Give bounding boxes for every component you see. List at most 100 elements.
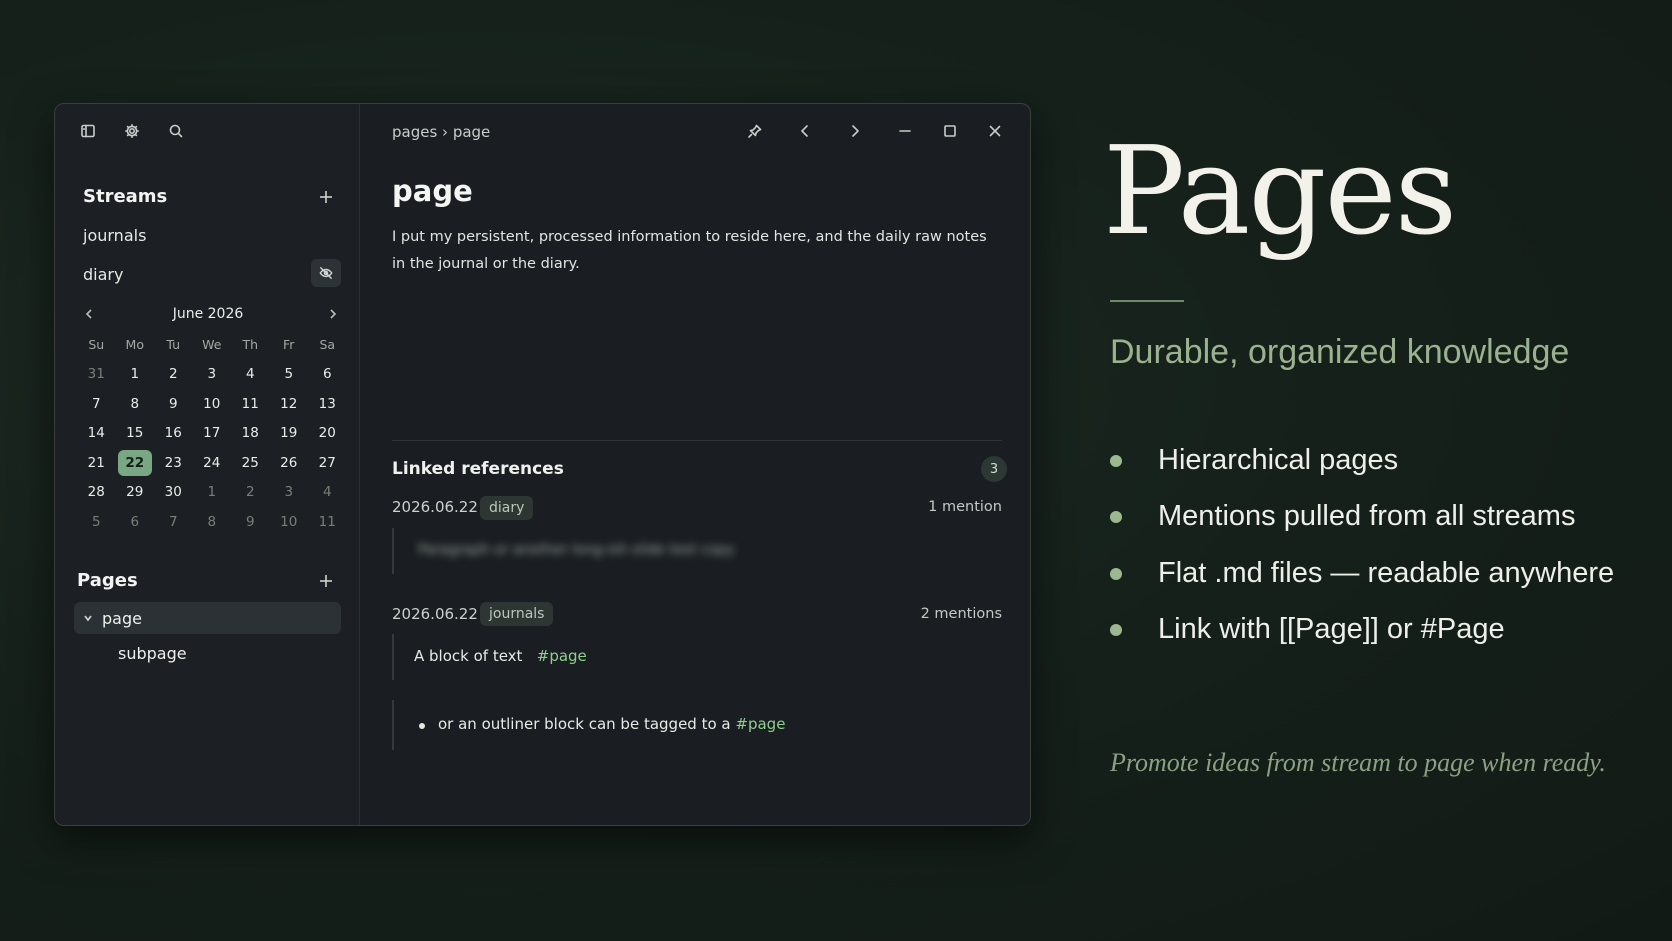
outliner-block[interactable]: or an outliner block can be tagged to a … <box>392 700 992 750</box>
feature-text: Flat .md files — readable anywhere <box>1158 557 1615 589</box>
gear-icon[interactable] <box>119 118 145 144</box>
reference-date[interactable]: 2026.06.22 <box>392 605 478 623</box>
add-page-button[interactable] <box>315 570 337 592</box>
pin-icon[interactable] <box>742 118 768 144</box>
next-month-button[interactable] <box>323 304 343 324</box>
calendar-day[interactable]: 4 <box>231 360 270 390</box>
hashtag-link[interactable]: #page <box>537 647 587 665</box>
calendar-day[interactable]: 15 <box>116 419 155 449</box>
stream-tag-journals[interactable]: journals <box>480 602 554 626</box>
stream-tag-diary[interactable]: diary <box>480 496 534 520</box>
calendar-day[interactable]: 23 <box>154 448 193 478</box>
calendar-day[interactable]: 11 <box>231 389 270 419</box>
page-tree-item-subpage[interactable]: subpage <box>118 637 341 669</box>
calendar-day[interactable]: 7 <box>154 507 193 537</box>
weekday-label: Sa <box>319 337 336 353</box>
feature-item: Hierarchical pages <box>1110 444 1398 477</box>
calendar-day[interactable]: 9 <box>154 389 193 419</box>
calendar-day[interactable]: 31 <box>77 360 116 390</box>
outliner-text: or an outliner block can be tagged to a … <box>438 715 785 733</box>
calendar-day[interactable]: 2 <box>231 478 270 508</box>
weekday-label: Su <box>88 337 105 353</box>
reference-block-blurred[interactable]: Paragraph or another long-ish slide text… <box>392 528 992 574</box>
sidebar: Streams journals diary June 2026 Su Mo Tu W… <box>55 104 360 825</box>
calendar-day[interactable]: 21 <box>77 448 116 478</box>
calendar-day[interactable]: 17 <box>193 419 232 449</box>
block-text-content: A block of text <box>414 647 523 665</box>
outliner-text-content: or an outliner block can be tagged to a <box>438 715 731 733</box>
hide-calendar-button[interactable] <box>311 259 341 287</box>
linked-references-heading[interactable]: Linked references <box>392 459 564 479</box>
stream-item-diary[interactable]: diary <box>83 265 123 284</box>
calendar-day-selected[interactable]: 22 <box>117 450 152 476</box>
weekday-label: Mo <box>125 337 144 353</box>
calendar-day[interactable]: 5 <box>270 360 309 390</box>
calendar-day[interactable]: 8 <box>193 507 232 537</box>
page-body-text[interactable]: I put my persistent, processed informati… <box>392 224 1002 278</box>
hashtag-link[interactable]: #page <box>735 715 785 733</box>
chevron-down-icon[interactable] <box>80 610 96 626</box>
search-icon[interactable] <box>163 118 189 144</box>
calendar-day[interactable]: 9 <box>231 507 270 537</box>
breadcrumb[interactable]: pages › page <box>392 123 490 141</box>
calendar-day[interactable]: 24 <box>193 448 232 478</box>
feature-text: Hierarchical pages <box>1158 444 1399 476</box>
weekday-label: Fr <box>283 337 295 353</box>
page-title[interactable]: page <box>392 174 473 208</box>
calendar-day[interactable]: 26 <box>270 448 309 478</box>
calendar-day[interactable]: 11 <box>308 507 347 537</box>
calendar-day[interactable]: 7 <box>77 389 116 419</box>
close-icon[interactable] <box>982 118 1008 144</box>
calendar-day[interactable]: 12 <box>270 389 309 419</box>
reference-block[interactable]: A block of text #page <box>392 634 992 680</box>
calendar-day[interactable]: 8 <box>116 389 155 419</box>
calendar-day[interactable]: 28 <box>77 478 116 508</box>
linked-references-count-badge: 3 <box>981 456 1007 482</box>
calendar-day[interactable]: 18 <box>231 419 270 449</box>
weekday-label: Th <box>242 337 259 353</box>
maximize-icon[interactable] <box>937 118 963 144</box>
calendar-day[interactable]: 10 <box>270 507 309 537</box>
calendar-day[interactable]: 4 <box>308 478 347 508</box>
calendar-day[interactable]: 1 <box>116 360 155 390</box>
weekday-label: Tu <box>166 337 181 353</box>
main-pane: pages › page page I put my persistent, p… <box>360 104 1030 825</box>
mention-count: 2 mentions <box>920 606 1002 622</box>
page-tree-item-page[interactable]: page <box>74 602 341 634</box>
feature-item: Mentions pulled from all streams <box>1110 500 1575 533</box>
calendar-day[interactable]: 13 <box>308 389 347 419</box>
stream-item-journals[interactable]: journals <box>83 226 146 245</box>
calendar-day[interactable]: 10 <box>193 389 232 419</box>
calendar-day[interactable]: 27 <box>308 448 347 478</box>
calendar-day[interactable]: 6 <box>116 507 155 537</box>
calendar-day[interactable]: 16 <box>154 419 193 449</box>
calendar-header: June 2026 <box>77 302 339 328</box>
calendar-day[interactable]: 14 <box>77 419 116 449</box>
pages-heading: Pages <box>77 570 138 591</box>
calendar-day[interactable]: 29 <box>116 478 155 508</box>
feature-text: Link with [[Page]] or #Page <box>1158 613 1505 645</box>
calendar-day[interactable]: 6 <box>308 360 347 390</box>
calendar-day[interactable]: 2 <box>154 360 193 390</box>
app-window: Streams journals diary June 2026 Su Mo Tu W… <box>54 103 1031 826</box>
bullet-icon <box>419 723 425 729</box>
divider <box>392 440 1002 441</box>
calendar-day[interactable]: 3 <box>270 478 309 508</box>
minimize-icon[interactable] <box>892 118 918 144</box>
back-arrow-icon[interactable] <box>792 118 818 144</box>
promo-title: Pages <box>1103 120 1457 262</box>
promo-subtitle: Durable, organized knowledge <box>1110 333 1570 371</box>
calendar-day[interactable]: 1 <box>193 478 232 508</box>
add-stream-button[interactable] <box>315 186 337 208</box>
calendar-day[interactable]: 20 <box>308 419 347 449</box>
forward-arrow-icon[interactable] <box>842 118 868 144</box>
sidebar-toggle-icon[interactable] <box>75 118 101 144</box>
calendar-day[interactable]: 30 <box>154 478 193 508</box>
eye-off-icon <box>319 267 333 279</box>
calendar-day[interactable]: 5 <box>77 507 116 537</box>
reference-date[interactable]: 2026.06.22 <box>392 498 478 516</box>
calendar-day[interactable]: 25 <box>231 448 270 478</box>
calendar-day[interactable]: 19 <box>270 419 309 449</box>
calendar-day[interactable]: 3 <box>193 360 232 390</box>
promo-divider <box>1110 300 1184 302</box>
